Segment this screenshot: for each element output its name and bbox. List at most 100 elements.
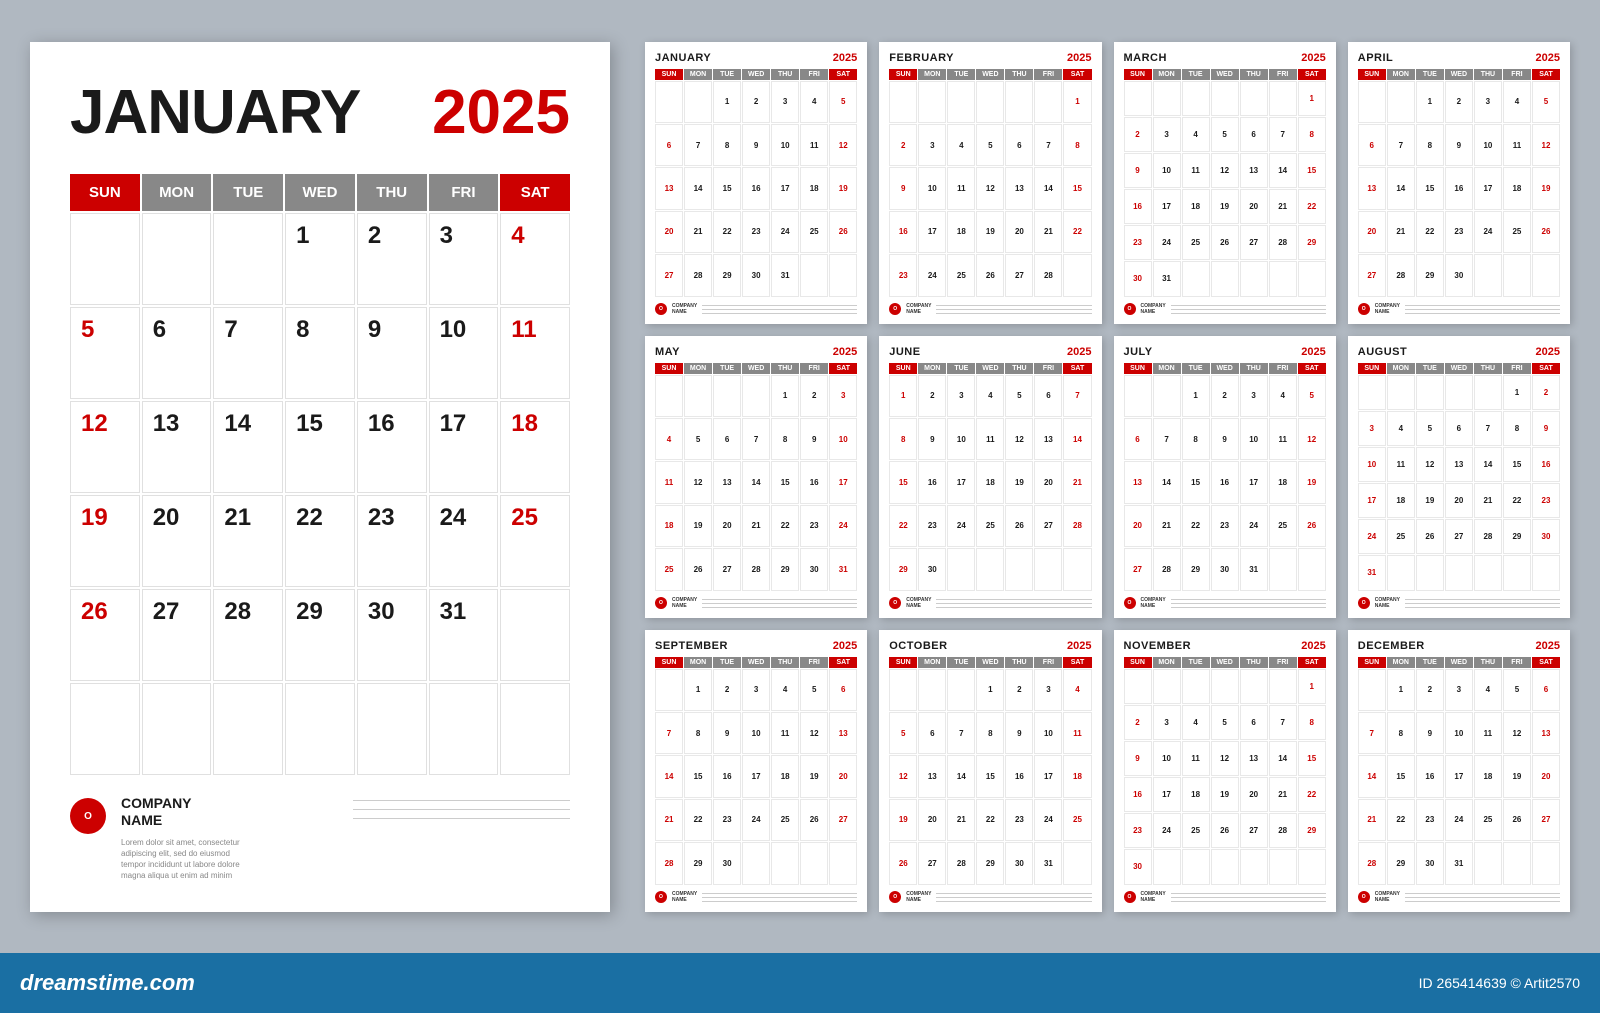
sc-cell-10-4-0: 23: [1124, 813, 1152, 848]
sc-cell-1-0-3: [976, 81, 1004, 123]
sc-cell-4-2-5: 16: [800, 461, 828, 503]
sc-cell-0-3-1: 21: [684, 211, 712, 253]
sc-grid-11: 1234567891011121314151617181920212223242…: [1358, 669, 1560, 885]
sc-dh-tue: TUE: [1416, 657, 1444, 668]
small-cal-january: JANUARY 2025 SUNMONTUEWEDTHUFRISAT123456…: [645, 42, 867, 324]
sc-cell-2-1-0: 2: [1124, 117, 1152, 152]
sc-cell-11-2-6: 20: [1532, 755, 1560, 797]
cal-cell: [70, 683, 140, 775]
sc-cell-7-3-4: 21: [1474, 483, 1502, 518]
sc-cell-5-3-0: 22: [889, 505, 917, 547]
sc-cell-2-0-3: [1211, 81, 1239, 116]
sc-dh-thu: THU: [1005, 657, 1033, 668]
sc-cell-0-2-3: 16: [742, 167, 770, 209]
sc-header-10: NOVEMBER 2025: [1124, 640, 1326, 652]
sc-cell-2-0-4: [1240, 81, 1268, 116]
sc-cell-3-0-2: 1: [1416, 81, 1444, 123]
sc-month-5: JUNE: [889, 346, 920, 358]
sc-cell-8-4-5: [800, 842, 828, 884]
sc-cell-10-5-1: [1153, 849, 1181, 884]
sc-cell-11-2-1: 15: [1387, 755, 1415, 797]
sc-cell-0-4-0: 27: [655, 254, 683, 296]
sc-dh-thu: THU: [1474, 657, 1502, 668]
sc-cell-9-1-2: 7: [947, 712, 975, 754]
sc-cell-4-0-0: [655, 375, 683, 417]
sc-dh-fri: FRI: [1503, 363, 1531, 374]
sc-cell-2-3-3: 19: [1211, 189, 1239, 224]
main-content: JANUARY 2025 SUN MON TUE WED THU FRI SAT…: [0, 0, 1600, 953]
sc-cell-1-4-6: [1063, 254, 1091, 296]
sc-cell-3-0-4: 3: [1474, 81, 1502, 123]
sc-cell-2-1-6: 8: [1298, 117, 1326, 152]
cal-cell: [285, 683, 355, 775]
sc-year-2: 2025: [1301, 52, 1325, 64]
sc-cell-6-0-5: 4: [1269, 375, 1297, 417]
sc-cell-4-4-5: 30: [800, 548, 828, 590]
sc-cell-10-1-2: 4: [1182, 705, 1210, 740]
sc-cell-9-0-5: 3: [1034, 669, 1062, 711]
small-cal-may: MAY 2025 SUNMONTUEWEDTHUFRISAT1234567891…: [645, 336, 867, 618]
sc-cell-4-4-1: 26: [684, 548, 712, 590]
small-cal-july: JULY 2025 SUNMONTUEWEDTHUFRISAT123456789…: [1114, 336, 1336, 618]
sc-cell-3-2-2: 15: [1416, 167, 1444, 209]
sc-dh-tue: TUE: [713, 69, 741, 80]
cal-cell-11: 11: [500, 307, 570, 399]
small-cal-september: SEPTEMBER 2025 SUNMONTUEWEDTHUFRISAT1234…: [645, 630, 867, 912]
sc-cell-10-2-1: 10: [1153, 741, 1181, 776]
sc-cell-8-4-0: 28: [655, 842, 683, 884]
sc-cell-4-3-1: 19: [684, 505, 712, 547]
sc-line-3-0: [702, 313, 857, 314]
sc-cell-3-2-5: 18: [1503, 167, 1531, 209]
company-logo: O: [70, 798, 106, 834]
sc-dh-thu: THU: [1005, 69, 1033, 80]
sc-line-3-4: [702, 607, 857, 608]
sc-cell-8-2-3: 17: [742, 755, 770, 797]
sc-line-2-8: [702, 897, 857, 898]
sc-cell-3-1-0: 6: [1358, 124, 1386, 166]
sc-dh-sun: SUN: [1358, 363, 1386, 374]
sc-month-1: FEBRUARY: [889, 52, 954, 64]
sc-dh-mon: MON: [1387, 657, 1415, 668]
sc-logo-4: O: [655, 597, 667, 609]
large-day-headers: SUN MON TUE WED THU FRI SAT: [70, 174, 570, 211]
sc-cell-10-4-2: 25: [1182, 813, 1210, 848]
sc-dh-sun: SUN: [889, 657, 917, 668]
sc-cell-7-3-5: 22: [1503, 483, 1531, 518]
sc-cell-11-4-0: 28: [1358, 842, 1386, 884]
sc-grid-9: 1234567891011121314151617181920212223242…: [889, 669, 1091, 885]
sc-cell-9-1-0: 5: [889, 712, 917, 754]
sc-cell-7-2-1: 11: [1387, 447, 1415, 482]
sc-dh-wed: WED: [742, 363, 770, 374]
sc-cell-5-3-4: 26: [1005, 505, 1033, 547]
sc-cell-1-3-0: 16: [889, 211, 917, 253]
sc-cell-11-0-1: 1: [1387, 669, 1415, 711]
sc-cell-9-0-6: 4: [1063, 669, 1091, 711]
sc-cell-1-4-4: 27: [1005, 254, 1033, 296]
sc-company-name-8: COMPANYNAME: [672, 891, 697, 904]
cal-cell: [357, 683, 427, 775]
sc-cell-6-1-0: 6: [1124, 418, 1152, 460]
sc-cell-9-4-5: 31: [1034, 842, 1062, 884]
sc-cell-6-4-4: 31: [1240, 548, 1268, 590]
sc-cell-6-4-2: 29: [1182, 548, 1210, 590]
sc-cell-3-2-3: 16: [1445, 167, 1473, 209]
sc-dh-sun: SUN: [889, 69, 917, 80]
small-cal-november: NOVEMBER 2025 SUNMONTUEWEDTHUFRISAT12345…: [1114, 630, 1336, 912]
company-line-2: [353, 809, 570, 810]
sc-cell-8-0-2: 2: [713, 669, 741, 711]
sc-dh-thu: THU: [771, 363, 799, 374]
sc-cell-9-0-4: 2: [1005, 669, 1033, 711]
sc-cell-6-1-3: 9: [1211, 418, 1239, 460]
sc-cell-7-0-3: [1445, 375, 1473, 410]
sc-cell-4-2-4: 15: [771, 461, 799, 503]
sc-cell-3-2-6: 19: [1532, 167, 1560, 209]
sc-line-2-2: [1171, 309, 1326, 310]
sc-cell-8-1-5: 12: [800, 712, 828, 754]
sc-year-7: 2025: [1536, 346, 1560, 358]
sc-dh-wed: WED: [976, 657, 1004, 668]
sc-line-1-0: [702, 305, 857, 306]
cal-cell: [500, 683, 570, 775]
sc-dh-sat: SAT: [829, 363, 857, 374]
sc-cell-3-3-2: 22: [1416, 211, 1444, 253]
sc-cell-3-1-2: 8: [1416, 124, 1444, 166]
